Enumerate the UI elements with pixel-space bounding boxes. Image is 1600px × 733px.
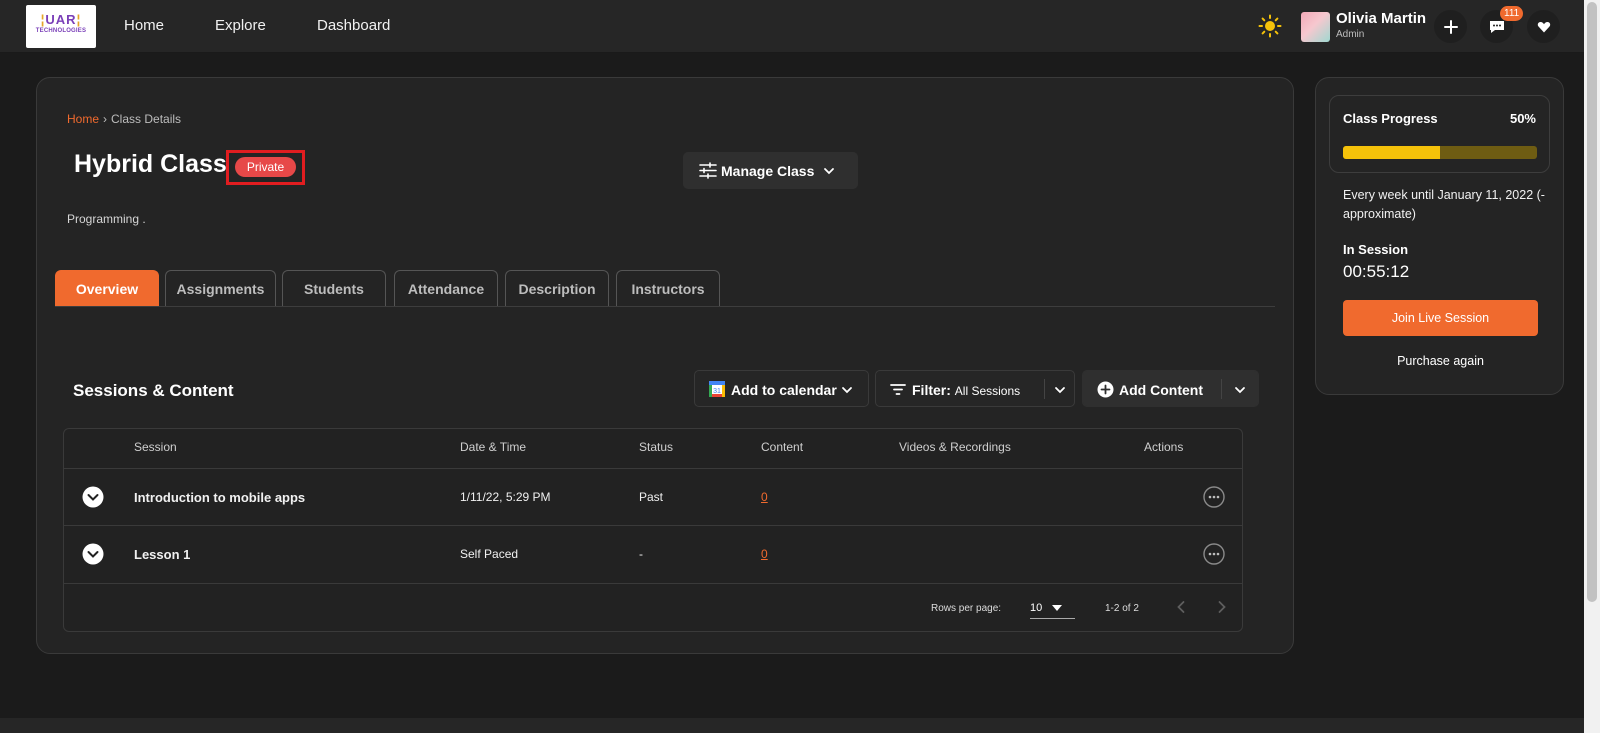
column-header-status: Status [639, 440, 674, 454]
join-live-session-button[interactable]: Join Live Session [1343, 300, 1538, 336]
sliders-icon [699, 162, 717, 179]
favorites-button[interactable] [1527, 10, 1560, 43]
chevron-down-icon[interactable] [1054, 384, 1066, 396]
filter-divider [1044, 379, 1045, 399]
add-content-button[interactable]: Add Content [1082, 370, 1259, 407]
breadcrumb-home[interactable]: Home [67, 112, 99, 126]
sessions-table: Session Date & Time Status Content Video… [63, 428, 1243, 632]
plus-circle-icon [1097, 381, 1114, 398]
class-progress-card: Class Progress 50% Every week until Janu… [1315, 77, 1564, 395]
session-datetime: 1/11/22, 5:29 PM [460, 490, 551, 504]
rows-per-page-select[interactable]: 10 [1030, 597, 1075, 619]
sessions-title: Sessions & Content [73, 381, 234, 400]
company-logo[interactable]: ¦UAR¦ TECHNOLOGIES [26, 5, 96, 48]
breadcrumb-separator: › [103, 112, 108, 126]
progress-box: Class Progress 50% [1329, 95, 1550, 173]
header-divider [64, 468, 1242, 469]
session-title[interactable]: Lesson 1 [134, 547, 190, 562]
filter-label: Filter: [912, 382, 951, 398]
chevron-down-icon[interactable] [823, 165, 835, 177]
nav-home[interactable]: Home [124, 17, 164, 34]
page-title: Hybrid Class [74, 150, 227, 178]
breadcrumb: Home › Class Details [67, 112, 181, 126]
plus-icon [1443, 19, 1458, 34]
chevron-down-icon[interactable] [1234, 384, 1246, 396]
chevron-down-icon[interactable] [841, 384, 853, 396]
sun-icon[interactable] [1258, 14, 1282, 38]
rows-per-page-value: 10 [1030, 602, 1043, 614]
add-to-calendar-label: Add to calendar [731, 382, 837, 398]
row-divider [64, 525, 1242, 526]
chat-icon [1489, 20, 1504, 33]
column-header-session: Session [134, 440, 177, 454]
session-datetime: Self Paced [460, 547, 519, 561]
nav-explore[interactable]: Explore [215, 17, 266, 34]
progress-bar [1343, 146, 1537, 159]
row-divider [64, 583, 1242, 584]
session-title[interactable]: Introduction to mobile apps [134, 490, 305, 505]
add-to-calendar-button[interactable]: 31 Add to calendar [694, 370, 869, 407]
add-content-divider [1221, 379, 1222, 399]
column-header-content: Content [761, 440, 804, 454]
private-badge[interactable]: Private [235, 157, 296, 177]
tab-assignments[interactable]: Assignments [165, 270, 276, 306]
user-avatar[interactable] [1301, 12, 1330, 42]
pagination-range: 1-2 of 2 [1105, 603, 1139, 614]
tab-description[interactable]: Description [505, 270, 609, 306]
tab-students[interactable]: Students [282, 270, 386, 306]
tabs-divider [55, 306, 1275, 307]
session-status-label: In Session [1343, 242, 1409, 257]
tab-attendance[interactable]: Attendance [394, 270, 498, 306]
progress-fill [1343, 146, 1440, 159]
more-options-icon[interactable] [1203, 543, 1225, 565]
class-schedule: Every week until January 11, 2022 (-appr… [1343, 188, 1545, 221]
filter-icon [890, 384, 906, 395]
manage-class-button[interactable]: Manage Class [683, 152, 858, 189]
rows-per-page-label: Rows per page: [931, 603, 1002, 614]
column-header-date-time: Date & Time [460, 440, 527, 454]
class-subject: Programming . [67, 212, 146, 226]
private-badge-highlight: Private [226, 150, 305, 185]
footer-strip [0, 718, 1584, 733]
user-name[interactable]: Olivia Martin [1336, 10, 1426, 27]
add-content-label: Add Content [1119, 382, 1203, 398]
svg-text:31: 31 [713, 388, 721, 395]
session-content-count[interactable]: 0 [761, 547, 768, 561]
session-status: - [639, 547, 643, 561]
column-header-actions: Actions [1144, 440, 1184, 454]
tab-instructors[interactable]: Instructors [616, 270, 720, 306]
progress-percent: 50% [1509, 111, 1536, 126]
page-scrollbar[interactable] [1584, 0, 1600, 733]
filter-sessions-button[interactable]: Filter: All Sessions [875, 370, 1075, 407]
session-content-count[interactable]: 0 [761, 490, 768, 504]
add-button[interactable] [1434, 10, 1467, 43]
heart-icon [1537, 21, 1550, 32]
notification-badge: 111 [1500, 6, 1524, 21]
filter-value: All Sessions [954, 384, 1021, 398]
calendar-icon: 31 [709, 381, 725, 397]
manage-class-label: Manage Class [721, 163, 815, 179]
user-role: Admin [1336, 29, 1365, 40]
scrollbar-thumb[interactable] [1587, 2, 1597, 602]
more-options-icon[interactable] [1203, 486, 1225, 508]
nav-dashboard[interactable]: Dashboard [317, 17, 390, 34]
logo-text: TECHNOLOGIES [35, 28, 87, 34]
breadcrumb-current: Class Details [111, 112, 182, 126]
previous-page-icon[interactable] [1171, 597, 1191, 617]
purchase-again-link[interactable]: Purchase again [1343, 354, 1538, 368]
tab-overview[interactable]: Overview [55, 270, 159, 306]
caret-down-icon [1052, 605, 1062, 611]
progress-title: Class Progress [1343, 111, 1438, 126]
top-nav-bar: ¦UAR¦ TECHNOLOGIES Home Explore Dashboar… [0, 0, 1584, 53]
expand-row-icon[interactable] [82, 486, 104, 508]
expand-row-icon[interactable] [82, 543, 104, 565]
next-page-icon[interactable] [1212, 597, 1232, 617]
logo-mark: ¦UAR¦ [40, 12, 82, 27]
session-timer: 00:55:12 [1343, 262, 1410, 281]
column-header-videos: Videos & Recordings [899, 440, 1011, 454]
class-details-card: Home › Class Details Hybrid Class Privat… [36, 77, 1294, 654]
session-status: Past [639, 490, 664, 504]
